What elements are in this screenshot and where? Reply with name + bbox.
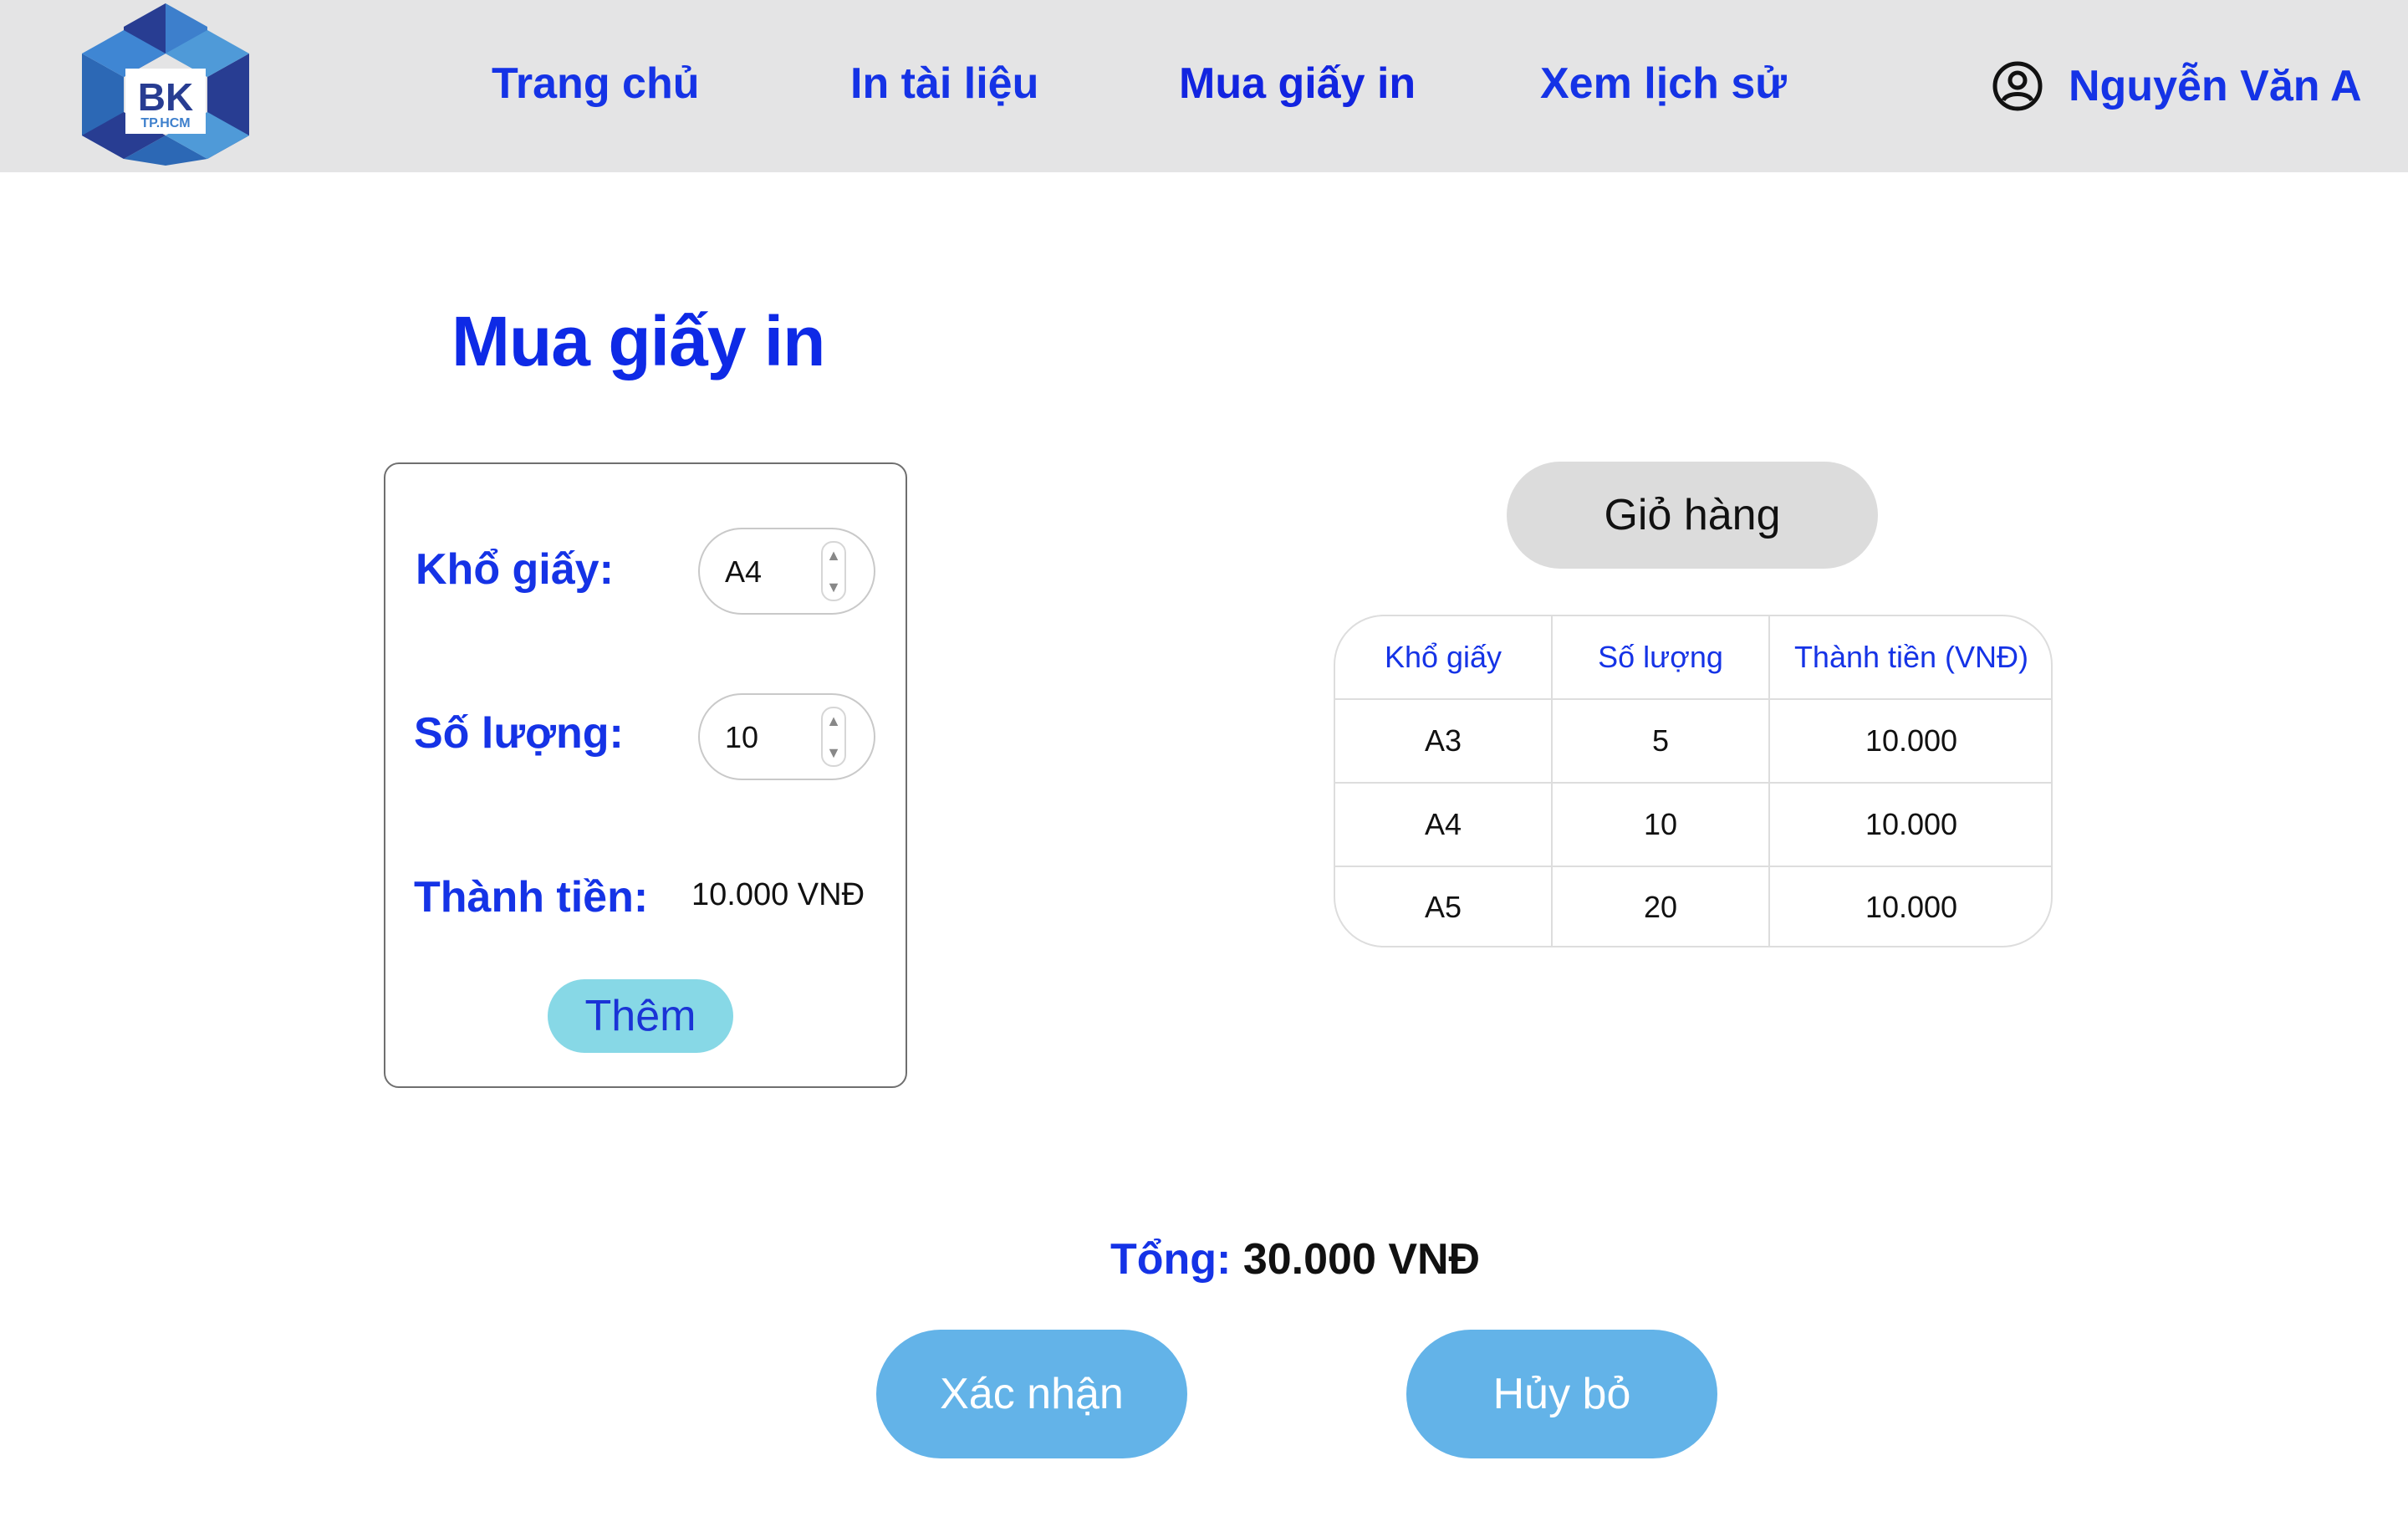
quantity-value: 10 — [725, 720, 759, 754]
subtotal-label: Thành tiền: — [414, 873, 649, 922]
cell-paper-size: A5 — [1424, 890, 1462, 924]
bk-logo[interactable]: BK TP.HCM — [82, 2, 249, 166]
logo-text: BK — [138, 75, 193, 119]
column-header-paper-size: Khổ giấy — [1384, 640, 1502, 674]
add-button[interactable]: Thêm — [548, 979, 733, 1053]
cell-paper-size: A3 — [1424, 723, 1462, 758]
nav-buy-paper[interactable]: Mua giấy in — [1179, 59, 1416, 109]
cancel-button[interactable]: Hủy bỏ — [1406, 1330, 1717, 1458]
chevron-down-icon[interactable]: ▼ — [826, 745, 841, 760]
confirm-button[interactable]: Xác nhận — [876, 1330, 1187, 1458]
cell-quantity: 20 — [1643, 890, 1678, 924]
chevron-down-icon[interactable]: ▼ — [826, 580, 841, 595]
paper-size-value: A4 — [725, 554, 763, 589]
chevron-up-icon[interactable]: ▲ — [826, 548, 841, 563]
cell-total: 10.000 — [1865, 723, 1958, 758]
grand-total: Tổng: 30.000 VNĐ — [1110, 1234, 1480, 1285]
paper-size-stepper[interactable]: A4 ▲ ▼ — [698, 528, 875, 615]
quantity-stepper[interactable]: 10 ▲ ▼ — [698, 693, 875, 780]
cell-total: 10.000 — [1865, 890, 1958, 924]
page-title: Mua giấy in — [452, 302, 825, 380]
user-menu[interactable]: Nguyễn Văn A — [1992, 57, 2362, 115]
cell-quantity: 10 — [1643, 807, 1678, 841]
user-name: Nguyễn Văn A — [2069, 62, 2362, 110]
column-header-total: Thành tiền (VNĐ) — [1793, 640, 2029, 674]
subtotal-value: 10.000 VNĐ — [691, 877, 865, 912]
cell-paper-size: A4 — [1424, 807, 1462, 841]
grand-total-value: 30.000 VNĐ — [1242, 1235, 1481, 1284]
nav-print-documents[interactable]: In tài liệu — [850, 59, 1038, 109]
top-nav-bar: BK TP.HCM Trang chủ In tài liệu Mua giấy… — [0, 0, 2408, 172]
table-row: A5 20 10.000 — [1335, 867, 2051, 946]
column-header-quantity: Số lượng — [1598, 640, 1723, 674]
quantity-label: Số lượng: — [414, 709, 624, 758]
user-circle-icon — [1992, 61, 2043, 111]
grand-total-label: Tổng: — [1110, 1235, 1232, 1284]
quantity-arrows[interactable]: ▲ ▼ — [821, 707, 846, 767]
cell-quantity: 5 — [1651, 723, 1670, 758]
paper-size-label: Khổ giấy: — [416, 545, 614, 594]
nav-home[interactable]: Trang chủ — [492, 59, 699, 109]
cell-total: 10.000 — [1865, 807, 1958, 841]
cart-title: Giỏ hàng — [1507, 462, 1878, 569]
chevron-up-icon[interactable]: ▲ — [826, 713, 841, 728]
cart-header-row: Khổ giấy Số lượng Thành tiền (VNĐ) — [1335, 616, 2051, 700]
nav-history[interactable]: Xem lịch sử — [1540, 59, 1787, 109]
cart-table: Khổ giấy Số lượng Thành tiền (VNĐ) A3 5 … — [1334, 615, 2053, 947]
table-row: A3 5 10.000 — [1335, 700, 2051, 784]
order-form: Khổ giấy: A4 ▲ ▼ Số lượng: 10 ▲ ▼ Thành … — [384, 462, 907, 1088]
logo-subtext: TP.HCM — [140, 116, 190, 130]
table-row: A4 10 10.000 — [1335, 784, 2051, 867]
paper-size-arrows[interactable]: ▲ ▼ — [821, 541, 846, 601]
